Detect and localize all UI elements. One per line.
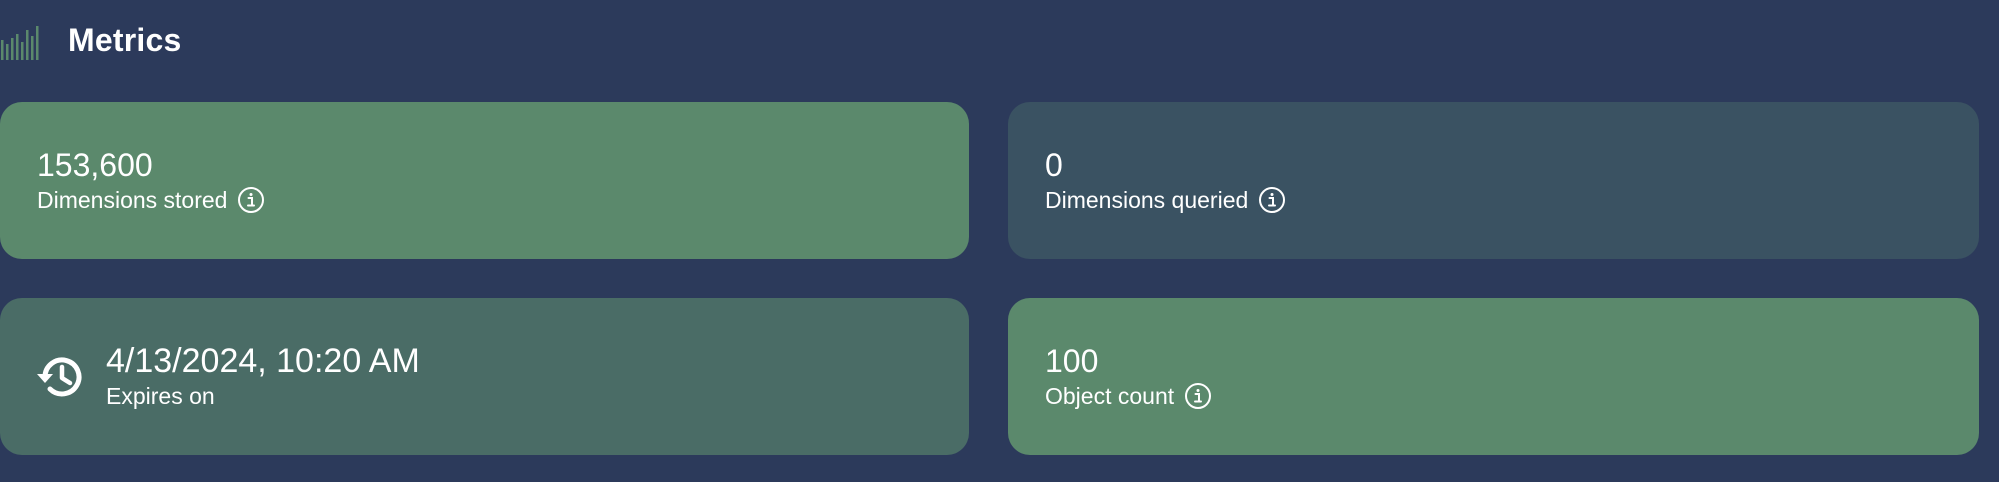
expires-on-value: 4/13/2024, 10:20 AM: [106, 342, 420, 380]
info-icon[interactable]: [1258, 186, 1286, 214]
object-count-label: Object count: [1045, 383, 1175, 409]
object-count-value: 100: [1045, 343, 1099, 379]
expires-on-label: Expires on: [106, 383, 215, 409]
dimensions-queried-label: Dimensions queried: [1045, 187, 1249, 213]
history-icon: [37, 356, 82, 396]
dimensions-stored-label: Dimensions stored: [37, 187, 228, 213]
info-icon[interactable]: [237, 186, 265, 214]
page-title: Metrics: [68, 21, 182, 58]
bar-chart-icon: [1, 26, 39, 60]
metric-card-expires-on: 4/13/2024, 10:20 AM Expires on: [0, 298, 969, 455]
dimensions-stored-value: 153,600: [37, 147, 153, 183]
info-icon[interactable]: [1184, 382, 1212, 410]
metric-card-dimensions-queried: 0 Dimensions queried: [1008, 102, 1979, 259]
dimensions-queried-value: 0: [1045, 147, 1063, 183]
metric-card-object-count: 100 Object count: [1008, 298, 1979, 455]
metrics-header: Metrics: [0, 18, 181, 62]
metric-card-dimensions-stored: 153,600 Dimensions stored: [0, 102, 969, 259]
